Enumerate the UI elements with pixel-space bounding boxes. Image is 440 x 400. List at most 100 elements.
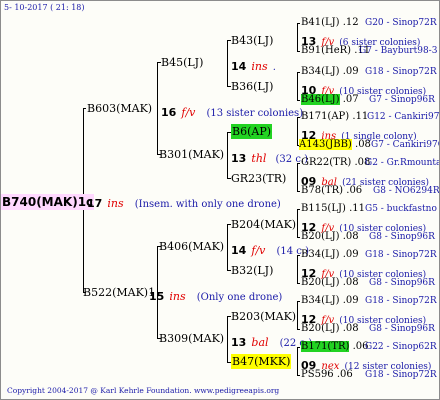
- dam-queen[interactable]: B522(MAK)1: [83, 287, 155, 298]
- sire-note: (13 sister colonies): [206, 108, 304, 119]
- g4-bot-source: G7 - Sinop96R: [369, 95, 435, 105]
- g4-top-source: G18 - Sinop72R: [365, 67, 437, 77]
- connector: [297, 347, 298, 376]
- pedigree-frame: 5- 10-2017 ( 21: 18) B740(MAK)1c 17 ins …: [0, 0, 440, 400]
- g4-top-value: .12: [342, 17, 359, 28]
- g4-bot-source: G7 - Cankiri97Q: [371, 140, 440, 150]
- connector: [297, 237, 300, 238]
- g4-top-value: .09: [342, 249, 359, 260]
- g4-top[interactable]: B171(AP) .11: [301, 112, 368, 122]
- sire-ins: f/v: [181, 106, 196, 119]
- connector: [227, 224, 228, 271]
- sire-queen[interactable]: B603(MAK): [87, 103, 152, 114]
- sire-sire-queen[interactable]: B45(LJ): [161, 57, 203, 68]
- dam-gen: 15: [149, 290, 165, 303]
- connector: [297, 255, 298, 284]
- g4-top[interactable]: B171(TR) .06: [301, 341, 369, 352]
- g4-top-source: G18 - Sinop72R: [365, 250, 437, 260]
- g4-top-source: G18 - Sinop72R: [365, 296, 437, 306]
- sire-info: 16 f/v (13 sister colonies): [161, 103, 303, 119]
- dam-sire-queen[interactable]: B406(MAK): [159, 241, 224, 252]
- g4-top-label: B34(LJ): [301, 66, 340, 77]
- connector: [297, 100, 300, 101]
- g4-bot-label: B20(LJ): [301, 323, 340, 334]
- g4-bot-source: G8 - Sinop96R: [369, 324, 435, 334]
- g4-bot-value: .06: [336, 369, 353, 380]
- root-ins: ins: [107, 197, 124, 210]
- g4-top[interactable]: B34(LJ) .09: [301, 67, 359, 77]
- dam-note: (Only one drone): [196, 292, 283, 303]
- g4-top-source: G5 - buckfastno: [365, 204, 437, 214]
- g3-queen[interactable]: B47(MKK): [231, 354, 292, 369]
- g4-top[interactable]: B115(LJ) .11: [301, 204, 365, 214]
- g3-queen-label: B6(AP): [231, 124, 273, 139]
- connector: [297, 23, 300, 24]
- g4-top[interactable]: B34(LJ) .09: [301, 296, 359, 306]
- connector: [297, 51, 300, 52]
- root-queen-label: B740(MAK)1c: [1, 194, 95, 210]
- g3-queen[interactable]: B36(LJ): [231, 81, 273, 92]
- connector: [297, 301, 300, 302]
- dam-dam-queen[interactable]: B309(MAK): [159, 333, 224, 344]
- g4-bot-value: .07: [342, 94, 359, 105]
- g4-bot[interactable]: B46(LJ) .07: [301, 94, 359, 105]
- connector: [297, 23, 298, 52]
- sire-sire-gen: 14: [231, 60, 247, 73]
- g4-bot-source: G7 - Bayburt98-3: [359, 46, 438, 56]
- g4-bot[interactable]: A143(JBB) .08: [299, 139, 371, 150]
- connector: [297, 329, 300, 330]
- g4-top-label: B171(AP): [301, 111, 350, 122]
- sire-sire-ins: ins: [251, 60, 268, 73]
- g4-bot[interactable]: B20(LJ) .08: [301, 278, 359, 288]
- root-info: 17 ins (Insem. with only one drone): [87, 194, 281, 210]
- g4-top-source: G22 - Sinop62R: [365, 342, 437, 352]
- connector: [227, 316, 228, 363]
- g4-bot-label: B78(TR): [301, 185, 344, 196]
- g4-top-label: B115(LJ): [301, 203, 346, 214]
- g4-bot[interactable]: B78(TR) .06: [301, 186, 362, 196]
- connector: [157, 62, 158, 155]
- connector: [297, 72, 298, 101]
- g4-bot-source: G18 - Sinop72R: [365, 370, 437, 380]
- connector: [297, 375, 300, 376]
- dam-dam-gen: 13: [231, 336, 247, 349]
- g4-bot-source: G8 - NO6294R: [373, 186, 440, 196]
- g4-bot-source: G8 - Sinop96R: [369, 232, 435, 242]
- copyright-footer: Copyright 2004-2017 @ Karl Kehrle Founda…: [7, 386, 280, 395]
- g3-queen[interactable]: B6(AP): [231, 124, 273, 139]
- connector: [297, 163, 298, 192]
- g4-top-value: .11: [349, 203, 365, 214]
- sire-dam-queen[interactable]: B301(MAK): [159, 149, 224, 160]
- dam-ins: ins: [169, 290, 186, 303]
- g3-queen[interactable]: B43(LJ): [231, 35, 273, 46]
- root-queen[interactable]: B740(MAK)1c: [1, 193, 95, 210]
- root-note: (Insem. with only one drone): [134, 199, 281, 210]
- dam-sire-gen: 14: [231, 244, 247, 257]
- g4-top[interactable]: B41(LJ) .12: [301, 18, 359, 28]
- g4-bot[interactable]: PS596 .06: [301, 370, 353, 380]
- g4-top-label: B34(LJ): [301, 249, 340, 260]
- g3-queen[interactable]: GR23(TR): [231, 173, 286, 184]
- g4-top-label: B41(LJ): [301, 17, 340, 28]
- g4-top-source: G2 - Gr.Rmounta: [365, 158, 440, 168]
- g3-queen[interactable]: B204(MAK): [231, 219, 296, 230]
- g3-queen-label: B47(MKK): [231, 354, 292, 369]
- g4-bot[interactable]: B20(LJ) .08: [301, 324, 359, 334]
- connector: [83, 108, 86, 109]
- g4-top[interactable]: B34(LJ) .09: [301, 250, 359, 260]
- sire-dam-info: 13 thl (32 c.): [231, 149, 308, 165]
- g4-bot-label: PS596: [301, 369, 334, 380]
- root-gen: 17: [87, 197, 103, 210]
- connector: [297, 283, 300, 284]
- g3-queen[interactable]: B203(MAK): [231, 311, 296, 322]
- g4-bot-label: B20(LJ): [301, 231, 340, 242]
- g4-top[interactable]: GR22(TR) .08: [301, 158, 370, 168]
- connector: [297, 72, 300, 73]
- connector: [297, 117, 298, 146]
- g3-queen[interactable]: B32(LJ): [231, 265, 273, 276]
- g4-bot-source: G8 - Sinop96R: [369, 278, 435, 288]
- g4-bot[interactable]: B20(LJ) .08: [301, 232, 359, 242]
- sire-dam-ins: thl: [251, 152, 267, 165]
- g4-bot-value: .06: [346, 185, 363, 196]
- g4-top-source: G20 - Sinop72R: [365, 18, 437, 28]
